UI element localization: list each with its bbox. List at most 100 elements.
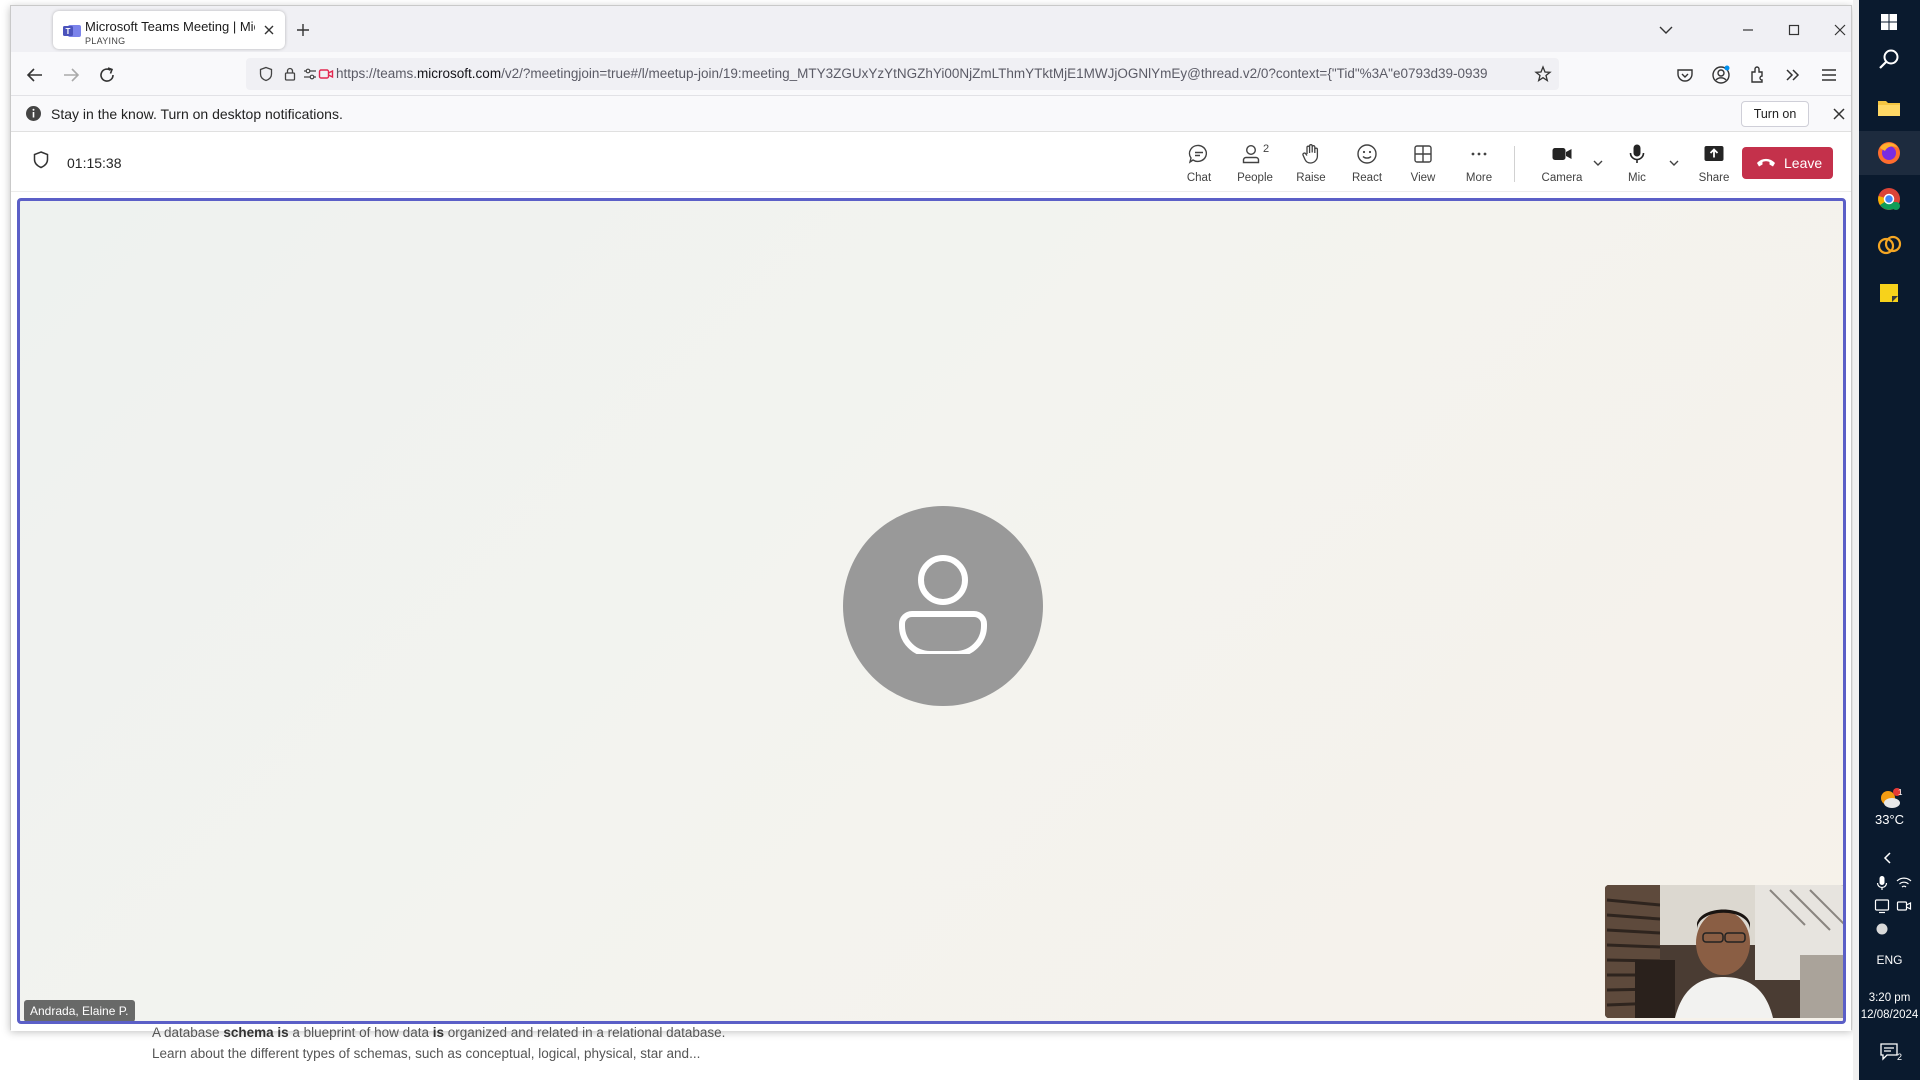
more-label: More (1465, 172, 1493, 184)
lock-icon[interactable] (282, 66, 298, 82)
snippet-bold-b: is (432, 1025, 444, 1040)
chat-label: Chat (1186, 172, 1212, 184)
minimize-icon[interactable] (1736, 18, 1760, 42)
mic-button[interactable]: Mic (1609, 142, 1665, 186)
view-label: View (1410, 172, 1436, 184)
reload-icon[interactable] (96, 64, 118, 86)
hang-up-phone-icon (1757, 158, 1775, 167)
camera-options-chevron-icon[interactable] (1591, 156, 1605, 170)
view-button[interactable]: View (1395, 142, 1451, 186)
url-domain: microsoft.com (417, 66, 502, 81)
search-icon[interactable] (1874, 45, 1904, 75)
navigation-bar: https://teams.microsoft.com/v2/?meetingj… (11, 52, 1851, 96)
chat-icon (1188, 144, 1208, 164)
share-label: Share (1698, 172, 1730, 184)
window-close-icon[interactable] (1828, 18, 1852, 42)
file-explorer-icon[interactable] (1874, 92, 1904, 122)
mic-label: Mic (1628, 172, 1646, 184)
chrome-profile-icon[interactable] (1874, 184, 1904, 214)
account-icon[interactable] (1710, 64, 1732, 86)
address-bar[interactable]: https://teams.microsoft.com/v2/?meetingj… (246, 58, 1559, 90)
raise-hand-button[interactable]: Raise (1283, 142, 1339, 186)
person-placeholder-icon (899, 555, 987, 654)
tray-display-icon[interactable] (1874, 898, 1890, 914)
teams-favicon-icon: T (63, 25, 81, 37)
windows-start-icon[interactable] (1874, 7, 1904, 37)
firefox-icon[interactable] (1874, 138, 1904, 168)
tray-circle-icon[interactable] (1875, 922, 1889, 936)
weather-temperature[interactable]: 33°C (1859, 812, 1920, 827)
overflow-chevrons-icon[interactable] (1782, 64, 1804, 86)
menu-hamburger-icon[interactable] (1818, 64, 1840, 86)
maximize-icon[interactable] (1782, 18, 1806, 42)
tab-close-icon[interactable] (261, 22, 277, 38)
tray-microphone-icon[interactable] (1875, 875, 1889, 891)
raise-label: Raise (1296, 172, 1326, 184)
camera-icon (1552, 148, 1572, 160)
snippet-text-c: organized and related in a relational da… (443, 1025, 726, 1040)
url-prefix: https://teams. (336, 66, 418, 81)
more-button[interactable]: More (1451, 142, 1507, 186)
pocket-icon[interactable] (1674, 64, 1696, 86)
notification-count: 2 (1897, 1052, 1903, 1062)
snippet-bold-a: schema is (223, 1025, 289, 1040)
extensions-icon[interactable] (1746, 64, 1768, 86)
back-arrow-icon[interactable] (24, 64, 46, 86)
camera-label: Camera (1541, 172, 1583, 184)
snippet-line-2: Learn about the different types of schem… (152, 1046, 701, 1061)
people-count: 2 (1263, 143, 1270, 155)
meeting-timer: 01:15:38 (67, 155, 122, 171)
clock-date[interactable]: 12/08/2024 (1859, 1009, 1920, 1021)
view-grid-icon (1414, 145, 1432, 163)
info-icon (26, 106, 41, 121)
tray-camera-icon[interactable] (1896, 898, 1912, 914)
windows-taskbar: 1 33°C ENG 3:20 pm 12/08/2024 2 (1859, 0, 1920, 1080)
tracking-shield-icon[interactable] (258, 66, 274, 82)
notification-bar: Stay in the know. Turn on desktop notifi… (11, 96, 1851, 132)
share-button[interactable]: Share (1686, 142, 1742, 186)
toolbar-divider (1514, 146, 1515, 182)
tray-expand-chevron-icon[interactable] (1881, 851, 1895, 865)
tab-bar: T Microsoft Teams Meeting | Microsoft Te… (11, 6, 1851, 52)
participant-avatar (843, 506, 1043, 706)
camera-button[interactable]: Camera (1534, 142, 1590, 186)
mic-options-chevron-icon[interactable] (1667, 156, 1681, 170)
react-smiley-icon (1357, 144, 1377, 164)
svg-text:T: T (66, 27, 71, 36)
react-label: React (1351, 172, 1383, 184)
snippet-text-b: a blueprint of how data (288, 1025, 433, 1040)
browser-tab[interactable]: T Microsoft Teams Meeting | Microsoft Te… (53, 11, 285, 49)
share-screen-icon (1704, 146, 1724, 161)
leave-button[interactable]: Leave (1742, 147, 1833, 179)
tab-list-chevron-icon[interactable] (1654, 18, 1678, 42)
sticky-notes-icon[interactable] (1874, 278, 1904, 308)
chat-button[interactable]: Chat (1171, 142, 1227, 186)
microphone-icon (1629, 144, 1645, 163)
bookmark-star-icon[interactable] (1534, 65, 1552, 83)
react-button[interactable]: React (1339, 142, 1395, 186)
url-text[interactable]: https://teams.microsoft.com/v2/?meetingj… (336, 66, 1516, 81)
raise-hand-icon (1302, 144, 1319, 164)
weather-badge-count: 1 (1898, 788, 1903, 797)
browser-window: T Microsoft Teams Meeting | Microsoft Te… (10, 5, 1852, 1031)
pinned-app-icon[interactable] (1874, 230, 1904, 260)
new-tab-icon[interactable] (293, 20, 313, 40)
video-stage: Andrada, Elaine P. (17, 198, 1846, 1024)
forward-arrow-icon[interactable] (60, 64, 82, 86)
turn-on-notifications-button[interactable]: Turn on (1741, 101, 1809, 127)
input-language[interactable]: ENG (1859, 953, 1920, 967)
notification-close-icon[interactable] (1829, 104, 1849, 124)
self-view-video[interactable] (1605, 885, 1843, 1018)
tray-wifi-icon[interactable] (1896, 876, 1912, 890)
people-label: People (1237, 172, 1273, 184)
self-view-camera-image (1605, 885, 1843, 1018)
people-button[interactable]: 2 People (1227, 142, 1283, 186)
tab-title: Microsoft Teams Meeting | Microsoft Team… (85, 19, 255, 34)
clock-time[interactable]: 3:20 pm (1859, 992, 1920, 1004)
permissions-icon[interactable] (302, 66, 318, 82)
notification-text: Stay in the know. Turn on desktop notifi… (51, 106, 343, 122)
tab-playing-label: PLAYING (85, 36, 126, 46)
camera-in-use-icon[interactable] (318, 66, 334, 82)
meeting-shield-icon[interactable] (31, 150, 51, 170)
snippet-text-a: A database (152, 1025, 224, 1040)
